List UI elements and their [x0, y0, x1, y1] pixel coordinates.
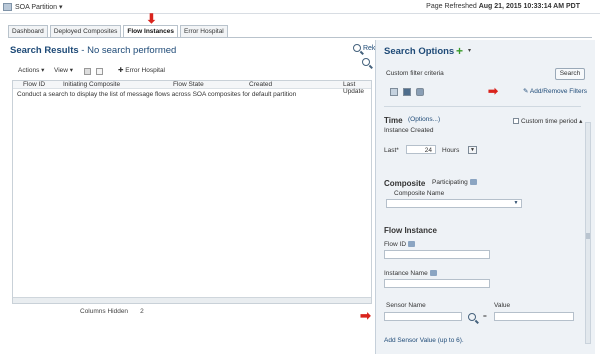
custom-time-period-checkbox[interactable]: Custom time period ▴ [513, 117, 582, 125]
tag-icon[interactable] [416, 88, 424, 96]
composite-section-title: Composite [384, 179, 426, 188]
search-icon[interactable] [362, 58, 370, 66]
results-toolbar: Actions ▾ View ▾ ✚ Error Hospital [12, 66, 362, 78]
composite-name-label: Composite Name [394, 190, 445, 197]
value-label: Value [494, 302, 511, 309]
sensor-name-label: Sensor Name [386, 302, 426, 309]
col-initiating-composite[interactable]: Initiating Composite [63, 81, 120, 88]
sensor-value-input[interactable] [494, 312, 574, 321]
chevron-down-icon[interactable]: ▾ [468, 47, 471, 54]
scrollbar-thumb[interactable] [586, 233, 590, 239]
partition-menu[interactable]: SOA Partition ▾ [15, 3, 63, 11]
equals-sign: = [483, 313, 487, 320]
tab-error-hospital[interactable]: Error Hospital [180, 25, 228, 37]
divider [384, 106, 581, 107]
custom-filter-label: Custom filter criteria [386, 70, 444, 77]
tab-divider [8, 37, 592, 38]
col-last-update[interactable]: Last Update [343, 81, 371, 95]
chevron-down-icon[interactable] [429, 270, 437, 277]
add-remove-filters-link[interactable]: ✎ Add/Remove Filters [523, 87, 587, 95]
instance-name-label: Instance Name [384, 270, 437, 277]
chevron-down-icon[interactable] [469, 179, 477, 186]
time-unit-select[interactable]: Hours [442, 147, 459, 154]
col-flow-id[interactable]: Flow ID [23, 81, 45, 88]
annotation-arrow-right-icon: ➡ [488, 84, 499, 98]
tab-dashboard[interactable]: Dashboard [8, 25, 48, 37]
page-refreshed: Page Refreshed Aug 21, 2015 10:33:14 AM … [426, 3, 580, 10]
sensor-name-input[interactable] [384, 312, 462, 321]
search-options-panel: Search Options + ▾ Custom filter criteri… [362, 40, 595, 354]
annotation-arrow-right-icon: ➡ [360, 308, 371, 323]
time-unit-dropdown[interactable]: ▼ [468, 146, 477, 154]
filter-toolbar [390, 88, 424, 96]
actions-menu[interactable]: Actions ▾ [18, 66, 44, 74]
detach-icon[interactable] [84, 68, 91, 75]
empty-message: Conduct a search to display the list of … [17, 91, 297, 98]
flow-instance-section-title: Flow Instance [384, 226, 437, 235]
last-value-input[interactable]: 24 [406, 145, 436, 154]
instance-created-label: Instance Created [384, 127, 434, 134]
partition-icon [3, 3, 12, 11]
time-options-link[interactable]: (Options...) [408, 116, 440, 123]
filter-grid-icon[interactable] [390, 88, 398, 96]
table-header: Flow ID Initiating Composite Flow State … [13, 81, 371, 95]
instance-name-input[interactable] [384, 279, 490, 288]
search-icon [353, 44, 361, 52]
vertical-scrollbar[interactable] [585, 122, 591, 344]
tab-deployed-composites[interactable]: Deployed Composites [49, 25, 122, 37]
view-menu[interactable]: View ▾ [54, 66, 73, 74]
freeze-icon[interactable] [96, 68, 103, 75]
search-options-title: Search Options [384, 46, 455, 57]
error-hospital-button[interactable]: ✚ Error Hospital [118, 66, 165, 74]
chevron-down-icon[interactable]: ▼ [512, 200, 520, 207]
col-flow-state[interactable]: Flow State [173, 81, 204, 88]
flow-id-label: Flow ID [384, 241, 416, 248]
add-sensor-value-link[interactable]: Add Sensor Value (up to 6). [384, 337, 464, 344]
composite-name-select[interactable] [386, 199, 522, 208]
main-tabs: Dashboard Deployed Composites Flow Insta… [8, 25, 228, 38]
results-table: Flow ID Initiating Composite Flow State … [12, 80, 372, 304]
search-link[interactable]: Reki [353, 44, 377, 52]
status-bar: Columns Hidden 2 [80, 308, 144, 315]
flow-id-input[interactable] [384, 250, 490, 259]
add-icon[interactable]: + [456, 44, 463, 58]
horizontal-scrollbar[interactable] [13, 297, 371, 303]
last-label: Last* [384, 147, 399, 154]
results-title: Search Results - No search performed [10, 45, 177, 56]
top-bar: SOA Partition ▾ Page Refreshed Aug 21, 2… [0, 0, 600, 14]
checkbox[interactable] [513, 118, 519, 125]
search-button[interactable]: Search [555, 68, 585, 80]
time-section-title: Time [384, 116, 403, 125]
participating-select[interactable]: Participating [432, 179, 477, 186]
col-created[interactable]: Created [249, 81, 272, 88]
chevron-down-icon[interactable] [408, 241, 416, 248]
search-icon[interactable] [468, 313, 476, 321]
save-icon[interactable] [403, 88, 411, 96]
